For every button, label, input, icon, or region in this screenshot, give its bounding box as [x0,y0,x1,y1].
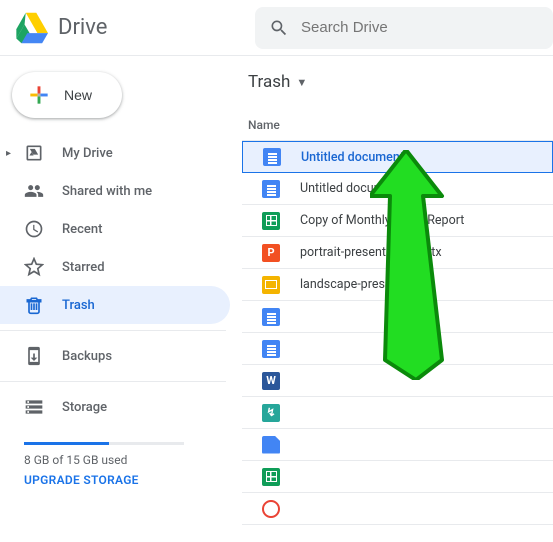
search-input[interactable] [301,19,539,36]
sidebar-item-label: My Drive [62,146,113,161]
main-area: Trash ▼ Name Untitled documentUntitled d… [242,56,553,525]
divider [0,381,226,382]
shared-icon [24,181,44,201]
word-icon: W [262,372,280,390]
sidebar-item-trash[interactable]: Trash [0,286,230,324]
new-button-label: New [64,87,92,103]
upgrade-storage-link[interactable]: UPGRADE STORAGE [24,473,242,487]
sidebar-item-label: Backups [62,349,112,364]
chevron-down-icon: ▼ [296,76,307,89]
sheets-icon [262,212,280,230]
file-name: landscape-presentation [300,277,431,292]
sidebar-item-backups[interactable]: Backups [0,337,230,375]
docs-icon [262,180,280,198]
main-title-text: Trash [248,72,290,92]
sidebar-item-label: Trash [62,298,95,313]
sidebar-item-recent[interactable]: Recent [0,210,230,248]
file-icon [262,436,280,454]
docs-icon [263,148,281,166]
divider [0,330,226,331]
file-name: Untitled document [301,150,404,165]
file-row[interactable] [242,461,553,493]
docs-icon [262,308,280,326]
file-row[interactable] [242,301,553,333]
search-icon [269,18,289,38]
sidebar-item-label: Recent [62,222,102,237]
apps-script-icon: ↯ [262,404,280,422]
search-box[interactable] [255,7,553,49]
file-name: Untitled document [300,181,402,196]
product-name: Drive [58,15,107,40]
file-row[interactable]: Copy of Monthly Sales Report [242,205,553,237]
starred-icon [24,257,44,277]
storage-used-text: 8 GB of 15 GB used [24,453,242,467]
slides-icon [262,276,280,294]
file-row[interactable] [242,429,553,461]
file-row[interactable]: ↯ [242,397,553,429]
backups-icon [24,346,44,366]
file-row[interactable]: Untitled document [242,141,553,173]
sidebar-item-label: Starred [62,260,105,275]
storage-icon [24,397,44,417]
file-name: portrait-presentation.pptx [300,245,442,260]
sidebar-item-shared[interactable]: Shared with me [0,172,230,210]
storage-bar-fill [24,442,109,445]
sidebar: New ▸ My Drive Shared with me Recent Sta… [0,56,242,525]
logo-area[interactable]: Drive [0,11,255,45]
drive-logo-icon [14,11,48,45]
file-list: Untitled document Untitled document Copy o… [242,141,553,525]
my-drive-icon [24,143,44,163]
sidebar-item-storage[interactable]: Storage [0,388,230,426]
file-row[interactable] [242,493,553,525]
file-name: Copy of Monthly Sales Report [300,213,464,228]
sidebar-item-label: Storage [62,400,107,415]
sidebar-item-starred[interactable]: Starred [0,248,230,286]
sidebar-item-label: Shared with me [62,184,152,199]
file-row[interactable] [242,333,553,365]
app-header: Drive [0,0,553,56]
recent-icon [24,219,44,239]
powerpoint-icon: P [262,244,280,262]
file-row[interactable]: W [242,365,553,397]
sheets-icon [262,468,280,486]
main-title[interactable]: Trash ▼ [242,72,553,110]
caret-right-icon: ▸ [6,148,11,159]
video-icon [262,500,280,518]
file-row[interactable]: Pportrait-presentation.pptx [242,237,553,269]
file-row[interactable]: Untitled document [242,173,553,205]
trash-icon [24,295,44,315]
docs-icon [262,340,280,358]
file-row[interactable]: landscape-presentation [242,269,553,301]
column-header-name[interactable]: Name [242,110,553,141]
storage-bar [24,442,184,445]
plus-icon [26,82,52,108]
sidebar-item-my-drive[interactable]: ▸ My Drive [0,134,230,172]
new-button[interactable]: New [12,72,122,118]
